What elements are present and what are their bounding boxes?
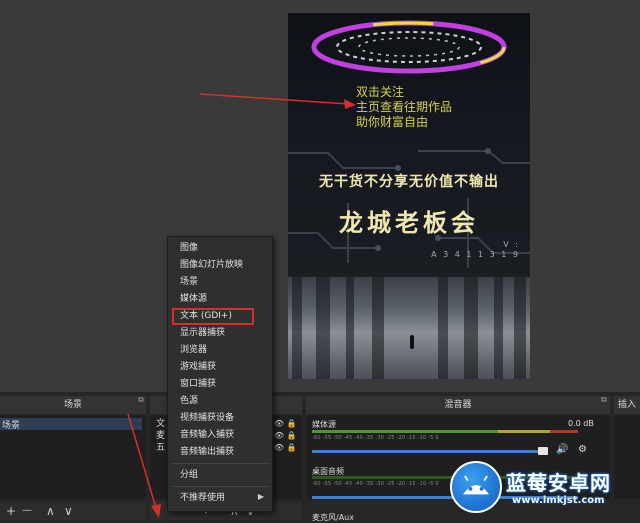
contact-label: V : [503,240,520,249]
menu-item-image-slideshow[interactable]: 图像幻灯片放映 [180,257,243,273]
menu-item-group[interactable]: 分组 [180,467,198,483]
mixer-dock-title: 混音器 [306,396,610,414]
audio-meter-yellow [498,430,550,433]
menu-item-video-capture[interactable]: 视频捕获设备 [180,410,234,426]
menu-item-browser[interactable]: 浏览器 [180,342,207,358]
eye-icon[interactable]: 👁 🔒 [274,418,297,430]
meter-scale: -60 -55 -50 -45 -40 -35 -30 -25 -20 -15 … [312,435,439,441]
gear-icon[interactable]: ⚙ [578,444,587,455]
speaker-icon[interactable]: 🔊 [556,444,568,455]
menu-separator [172,463,270,464]
menu-item-audio-output[interactable]: 音频输出捕获 [180,444,234,460]
menu-item-color-source[interactable]: 色源 [180,393,198,409]
menu-item-game-capture[interactable]: 游戏捕获 [180,359,216,375]
source-visibility-icons[interactable]: 👁 🔒 👁 🔒 👁 🔒 [274,418,297,454]
overlay-line-wealth: 助你财富自由 [356,115,429,129]
menu-item-deprecated[interactable]: 不推荐使用 [180,490,225,506]
annotation-arrow-bottom [127,413,161,518]
menu-item-scene[interactable]: 场景 [180,274,198,290]
preview-area[interactable]: 双击关注 主页查看往期作品 助你财富自由 无干货不分享无价值不输出 龙城老板会 … [0,0,640,392]
watermark-title: 蓝莓安卓网 [506,471,611,495]
remove-scene-button[interactable]: — [22,502,32,520]
move-scene-up-button[interactable]: ∧ [46,502,55,520]
scene-selected-row[interactable] [0,418,142,430]
menu-separator [172,486,270,487]
scenes-toolbar: + — ∧ ∨ [0,502,146,520]
float-icon[interactable]: ⧉ [601,395,607,405]
overlay-line-homepage: 主页查看往期作品 [356,100,453,114]
transitions-dock-title: 插入 [614,396,640,414]
preview-canvas[interactable]: 双击关注 主页查看往期作品 助你财富自由 无干货不分享无价值不输出 龙城老板会 … [288,13,530,379]
audio-meter-green [312,430,498,433]
android-logo-icon [450,461,502,513]
menu-item-media-source[interactable]: 媒体源 [180,291,207,307]
add-source-context-menu: 图像 图像幻灯片放映 场景 媒体源 文本 (GDI+) 显示器捕获 浏览器 游戏… [167,236,273,512]
menu-item-image[interactable]: 图像 [180,240,198,256]
menu-item-window-capture[interactable]: 窗口捕获 [180,376,216,392]
eye-icon[interactable]: 👁 🔒 [274,442,297,454]
menu-item-display-capture[interactable]: 显示器捕获 [180,325,225,341]
mixer-channel-name: 麦克风/Aux [312,513,354,522]
walking-figure [410,335,414,349]
add-scene-button[interactable]: + [6,502,16,520]
annotation-arrow-top [199,93,356,109]
float-icon[interactable]: ⧉ [138,395,144,405]
brand-title: 龙城老板会 [339,208,479,237]
volume-slider[interactable] [312,450,544,453]
mixer-channel-name: 媒体源 [312,420,336,429]
eye-icon[interactable]: 👁 🔒 [274,430,297,442]
volume-slider-handle[interactable] [538,447,548,455]
slogan-text: 无干货不分享无价值不输出 [319,174,499,190]
meter-scale: -60 -55 -50 -45 -40 -35 -30 -25 -20 -15 … [312,481,439,487]
contact-code: A 3 4 1 1 3 1 9 [431,250,520,259]
forest-image [288,277,530,379]
overlay-line-follow: 双击关注 [356,85,405,99]
chevron-right-icon: ▶ [257,492,264,501]
scene-item[interactable]: 场景 [2,418,20,431]
watermark: 蓝莓安卓网 www.lmkjst.com [440,455,640,523]
glowing-ring-graphic [311,20,507,74]
audio-meter-red [550,430,578,433]
watermark-url: www.lmkjst.com [512,495,605,506]
move-scene-down-button[interactable]: ∨ [64,502,73,520]
menu-item-audio-input[interactable]: 音频输入捕获 [180,427,234,443]
mixer-channel-db: 0.0 dB [568,419,594,428]
scenes-dock-title: 场景 [0,396,146,414]
highlight-box [172,308,254,325]
